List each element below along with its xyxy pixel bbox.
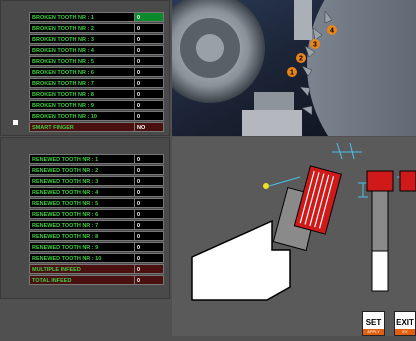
row-label: BROKEN TOOTH NR : 3	[29, 34, 134, 44]
exit-button-label: EXIT	[396, 318, 414, 327]
row-label: RENEWED TOOTH NR : 2	[29, 165, 134, 175]
saw-blade-photo: 1 2 3 4	[172, 0, 416, 136]
row-value[interactable]: 0	[134, 45, 164, 55]
total-infeed-row[interactable]: TOTAL INFEED 0	[29, 275, 164, 285]
broken-tooth-table: BROKEN TOOTH NR : 10 BROKEN TOOTH NR : 2…	[29, 12, 164, 133]
set-button[interactable]: SET APPLY	[362, 311, 385, 336]
exit-button[interactable]: EXIT EX	[394, 311, 416, 336]
side-body-shape	[371, 250, 389, 292]
row-value[interactable]: 0	[134, 56, 164, 66]
row-value[interactable]: 0	[134, 100, 164, 110]
row-label: BROKEN TOOTH NR : 2	[29, 23, 134, 33]
row-label: BROKEN TOOTH NR : 7	[29, 78, 134, 88]
tooth-diagram	[191, 142, 416, 301]
red-tooth-shape	[293, 165, 342, 235]
renewed-tooth-row-5[interactable]: RENEWED TOOTH NR : 50	[29, 198, 164, 208]
renewed-tooth-row-10[interactable]: RENEWED TOOTH NR : 10 0	[29, 253, 164, 263]
row-label: BROKEN TOOTH NR : 4	[29, 45, 134, 55]
row-value[interactable]: 0	[134, 12, 164, 22]
renewed-tooth-row-8[interactable]: RENEWED TOOTH NR : 80	[29, 231, 164, 241]
row-label: MULTIPLE INFEED	[29, 264, 134, 274]
row-label: RENEWED TOOTH NR : 9	[29, 242, 134, 252]
smart-finger-row[interactable]: SMART FINGER NO	[29, 122, 164, 132]
tooth-diagram-panel	[172, 137, 416, 336]
row-value[interactable]: 0	[134, 242, 164, 252]
side-tooth-shape	[366, 170, 394, 192]
tooth-marker-2-label: 2	[299, 56, 303, 63]
set-button-label: SET	[365, 318, 382, 327]
renewed-tooth-row-1[interactable]: RENEWED TOOTH NR : 10	[29, 154, 164, 164]
broken-tooth-row-10[interactable]: BROKEN TOOTH NR : 10 0	[29, 111, 164, 121]
renewed-tooth-row-9[interactable]: RENEWED TOOTH NR : 90	[29, 242, 164, 252]
row-value[interactable]: 0	[134, 154, 164, 164]
row-label: RENEWED TOOTH NR : 10	[29, 253, 134, 263]
row-value[interactable]: 0	[134, 264, 164, 274]
broken-tooth-row-6[interactable]: BROKEN TOOTH NR : 60	[29, 67, 164, 77]
row-value[interactable]: 0	[134, 89, 164, 99]
row-label: BROKEN TOOTH NR : 5	[29, 56, 134, 66]
row-value[interactable]: 0	[134, 209, 164, 219]
row-value[interactable]: 0	[134, 231, 164, 241]
row-value[interactable]: 0	[134, 187, 164, 197]
row-value[interactable]: 0	[134, 34, 164, 44]
tooth-marker-4-label: 4	[330, 28, 334, 35]
renewed-tooth-row-4[interactable]: RENEWED TOOTH NR : 40	[29, 187, 164, 197]
row-label: BROKEN TOOTH NR : 1	[29, 12, 134, 22]
row-label: RENEWED TOOTH NR : 5	[29, 198, 134, 208]
renewed-tooth-table: RENEWED TOOTH NR : 10 RENEWED TOOTH NR :…	[29, 154, 164, 286]
row-label: RENEWED TOOTH NR : 6	[29, 209, 134, 219]
row-value[interactable]: 0	[134, 23, 164, 33]
tooth-marker-1-label: 1	[290, 70, 294, 77]
exit-button-sublabel: EX	[395, 329, 415, 335]
row-value[interactable]: 0	[134, 253, 164, 263]
row-value[interactable]: 0	[134, 220, 164, 230]
row-label: RENEWED TOOTH NR : 4	[29, 187, 134, 197]
smart-finger-checkbox[interactable]	[13, 120, 18, 125]
renewed-tooth-row-6[interactable]: RENEWED TOOTH NR : 60	[29, 209, 164, 219]
row-value[interactable]: NO	[134, 122, 164, 132]
row-label: RENEWED TOOTH NR : 3	[29, 176, 134, 186]
row-label: SMART FINGER	[29, 122, 134, 132]
machine-photo: 1 2 3 4	[172, 0, 416, 136]
row-label: RENEWED TOOTH NR : 8	[29, 231, 134, 241]
row-label: BROKEN TOOTH NR : 8	[29, 89, 134, 99]
row-label: TOTAL INFEED	[29, 275, 134, 285]
broken-tooth-row-2[interactable]: BROKEN TOOTH NR : 20	[29, 23, 164, 33]
renewed-tooth-row-7[interactable]: RENEWED TOOTH NR : 70	[29, 220, 164, 230]
side-tooth-partial-shape	[399, 170, 416, 192]
row-label: BROKEN TOOTH NR : 6	[29, 67, 134, 77]
row-label: BROKEN TOOTH NR : 10	[29, 111, 134, 121]
broken-tooth-row-3[interactable]: BROKEN TOOTH NR : 30	[29, 34, 164, 44]
row-value[interactable]: 0	[134, 111, 164, 121]
renewed-tooth-row-2[interactable]: RENEWED TOOTH NR : 20	[29, 165, 164, 175]
set-button-sublabel: APPLY	[363, 329, 384, 335]
broken-tooth-row-5[interactable]: BROKEN TOOTH NR : 50	[29, 56, 164, 66]
tooth-marker-3-label: 3	[313, 42, 317, 49]
row-value[interactable]: 0	[134, 275, 164, 285]
row-label: BROKEN TOOTH NR : 9	[29, 100, 134, 110]
side-holder-shape	[371, 190, 389, 252]
broken-tooth-row-7[interactable]: BROKEN TOOTH NR : 70	[29, 78, 164, 88]
row-label: RENEWED TOOTH NR : 7	[29, 220, 134, 230]
renewed-tooth-panel: RENEWED TOOTH NR : 10 RENEWED TOOTH NR :…	[0, 137, 170, 299]
row-value[interactable]: 0	[134, 78, 164, 88]
renewed-tooth-row-3[interactable]: RENEWED TOOTH NR : 30	[29, 176, 164, 186]
broken-tooth-row-1[interactable]: BROKEN TOOTH NR : 10	[29, 12, 164, 22]
multiple-infeed-row[interactable]: MULTIPLE INFEED 0	[29, 264, 164, 274]
row-value[interactable]: 0	[134, 176, 164, 186]
row-value[interactable]: 0	[134, 67, 164, 77]
broken-tooth-row-9[interactable]: BROKEN TOOTH NR : 90	[29, 100, 164, 110]
measure-point-icon	[263, 183, 269, 189]
row-label: RENEWED TOOTH NR : 1	[29, 154, 134, 164]
broken-tooth-panel: BROKEN TOOTH NR : 10 BROKEN TOOTH NR : 2…	[0, 0, 170, 136]
broken-tooth-row-8[interactable]: BROKEN TOOTH NR : 80	[29, 89, 164, 99]
row-value[interactable]: 0	[134, 198, 164, 208]
row-value[interactable]: 0	[134, 165, 164, 175]
broken-tooth-row-4[interactable]: BROKEN TOOTH NR : 40	[29, 45, 164, 55]
